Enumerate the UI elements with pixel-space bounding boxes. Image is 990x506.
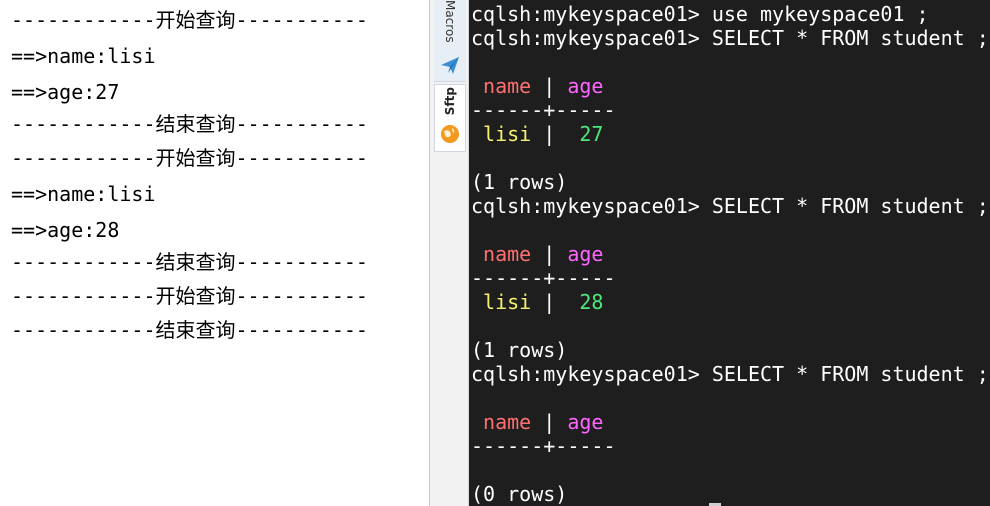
terminal-command: SELECT * FROM student ; bbox=[699, 26, 989, 50]
terminal-prompt: cqlsh:mykeyspace01> bbox=[471, 26, 700, 50]
terminal-prompt: cqlsh:mykeyspace01> bbox=[471, 362, 700, 386]
column-age-header: age bbox=[567, 242, 604, 266]
console-line: ==>age:28 bbox=[11, 218, 120, 242]
console-line: ==>name:lisi bbox=[11, 44, 156, 68]
column-name-header: name bbox=[471, 242, 532, 266]
terminal-command: use mykeyspace01 ; bbox=[699, 2, 929, 26]
side-tab-strip: Macros Sftp bbox=[429, 0, 469, 506]
tab-sftp[interactable]: Sftp bbox=[434, 84, 466, 152]
console-output: ------------开始查询----------- ==>name:lisi… bbox=[0, 0, 429, 506]
result-row: lisi | 28 bbox=[471, 290, 603, 314]
terminal-prompt: cqlsh:mykeyspace01> bbox=[471, 194, 700, 218]
cell-name: lisi bbox=[471, 122, 532, 146]
cell-name: lisi bbox=[471, 290, 532, 314]
cell-age: 28 bbox=[579, 290, 604, 314]
cell-age: 27 bbox=[579, 122, 604, 146]
row-count: (1 rows) bbox=[471, 338, 568, 362]
tab-macros-label: Macros bbox=[443, 0, 457, 43]
column-age-header: age bbox=[567, 410, 604, 434]
result-header: name | age bbox=[471, 242, 603, 266]
column-separator: | bbox=[531, 242, 568, 266]
tab-sftp-label: Sftp bbox=[443, 87, 457, 116]
result-row: lisi | 27 bbox=[471, 122, 603, 146]
column-separator: | bbox=[531, 410, 568, 434]
result-divider: ------+----- bbox=[471, 98, 616, 122]
paper-plane-icon bbox=[441, 57, 459, 74]
console-line: ==>age:27 bbox=[11, 80, 120, 104]
column-separator: | bbox=[531, 74, 568, 98]
row-count: (1 rows) bbox=[471, 170, 568, 194]
tab-macros[interactable]: Macros bbox=[434, 0, 466, 82]
console-line: ------------开始查询----------- bbox=[11, 8, 368, 32]
result-header: name | age bbox=[471, 74, 603, 98]
console-line: ------------开始查询----------- bbox=[11, 146, 368, 170]
terminal-command: SELECT * FROM student ; bbox=[699, 194, 989, 218]
terminal-pane[interactable]: cqlsh:mykeyspace01> use mykeyspace01 ; c… bbox=[469, 0, 990, 506]
result-divider: ------+----- bbox=[471, 266, 616, 290]
console-line: ------------结束查询----------- bbox=[11, 112, 368, 136]
column-age-header: age bbox=[567, 74, 604, 98]
result-header: name | age bbox=[471, 410, 603, 434]
globe-icon bbox=[441, 125, 459, 143]
console-line: ------------结束查询----------- bbox=[11, 318, 368, 342]
console-line: ------------开始查询----------- bbox=[11, 284, 368, 308]
terminal-line: cqlsh:mykeyspace01> SELECT * FROM studen… bbox=[471, 362, 989, 386]
terminal-prompt: cqlsh:mykeyspace01> bbox=[471, 2, 700, 26]
row-count: (0 rows) bbox=[471, 482, 568, 506]
terminal-line: cqlsh:mykeyspace01> use mykeyspace01 ; bbox=[471, 2, 929, 26]
cell-separator: | bbox=[531, 290, 580, 314]
console-line: ------------结束查询----------- bbox=[11, 250, 368, 274]
terminal-line: cqlsh:mykeyspace01> SELECT * FROM studen… bbox=[471, 26, 989, 50]
terminal-line: cqlsh:mykeyspace01> SELECT * FROM studen… bbox=[471, 194, 989, 218]
terminal-command: SELECT * FROM student ; bbox=[699, 362, 989, 386]
console-line: ==>name:lisi bbox=[11, 182, 156, 206]
result-divider: ------+----- bbox=[471, 434, 616, 458]
cell-separator: | bbox=[531, 122, 580, 146]
column-name-header: name bbox=[471, 410, 532, 434]
column-name-header: name bbox=[471, 74, 532, 98]
